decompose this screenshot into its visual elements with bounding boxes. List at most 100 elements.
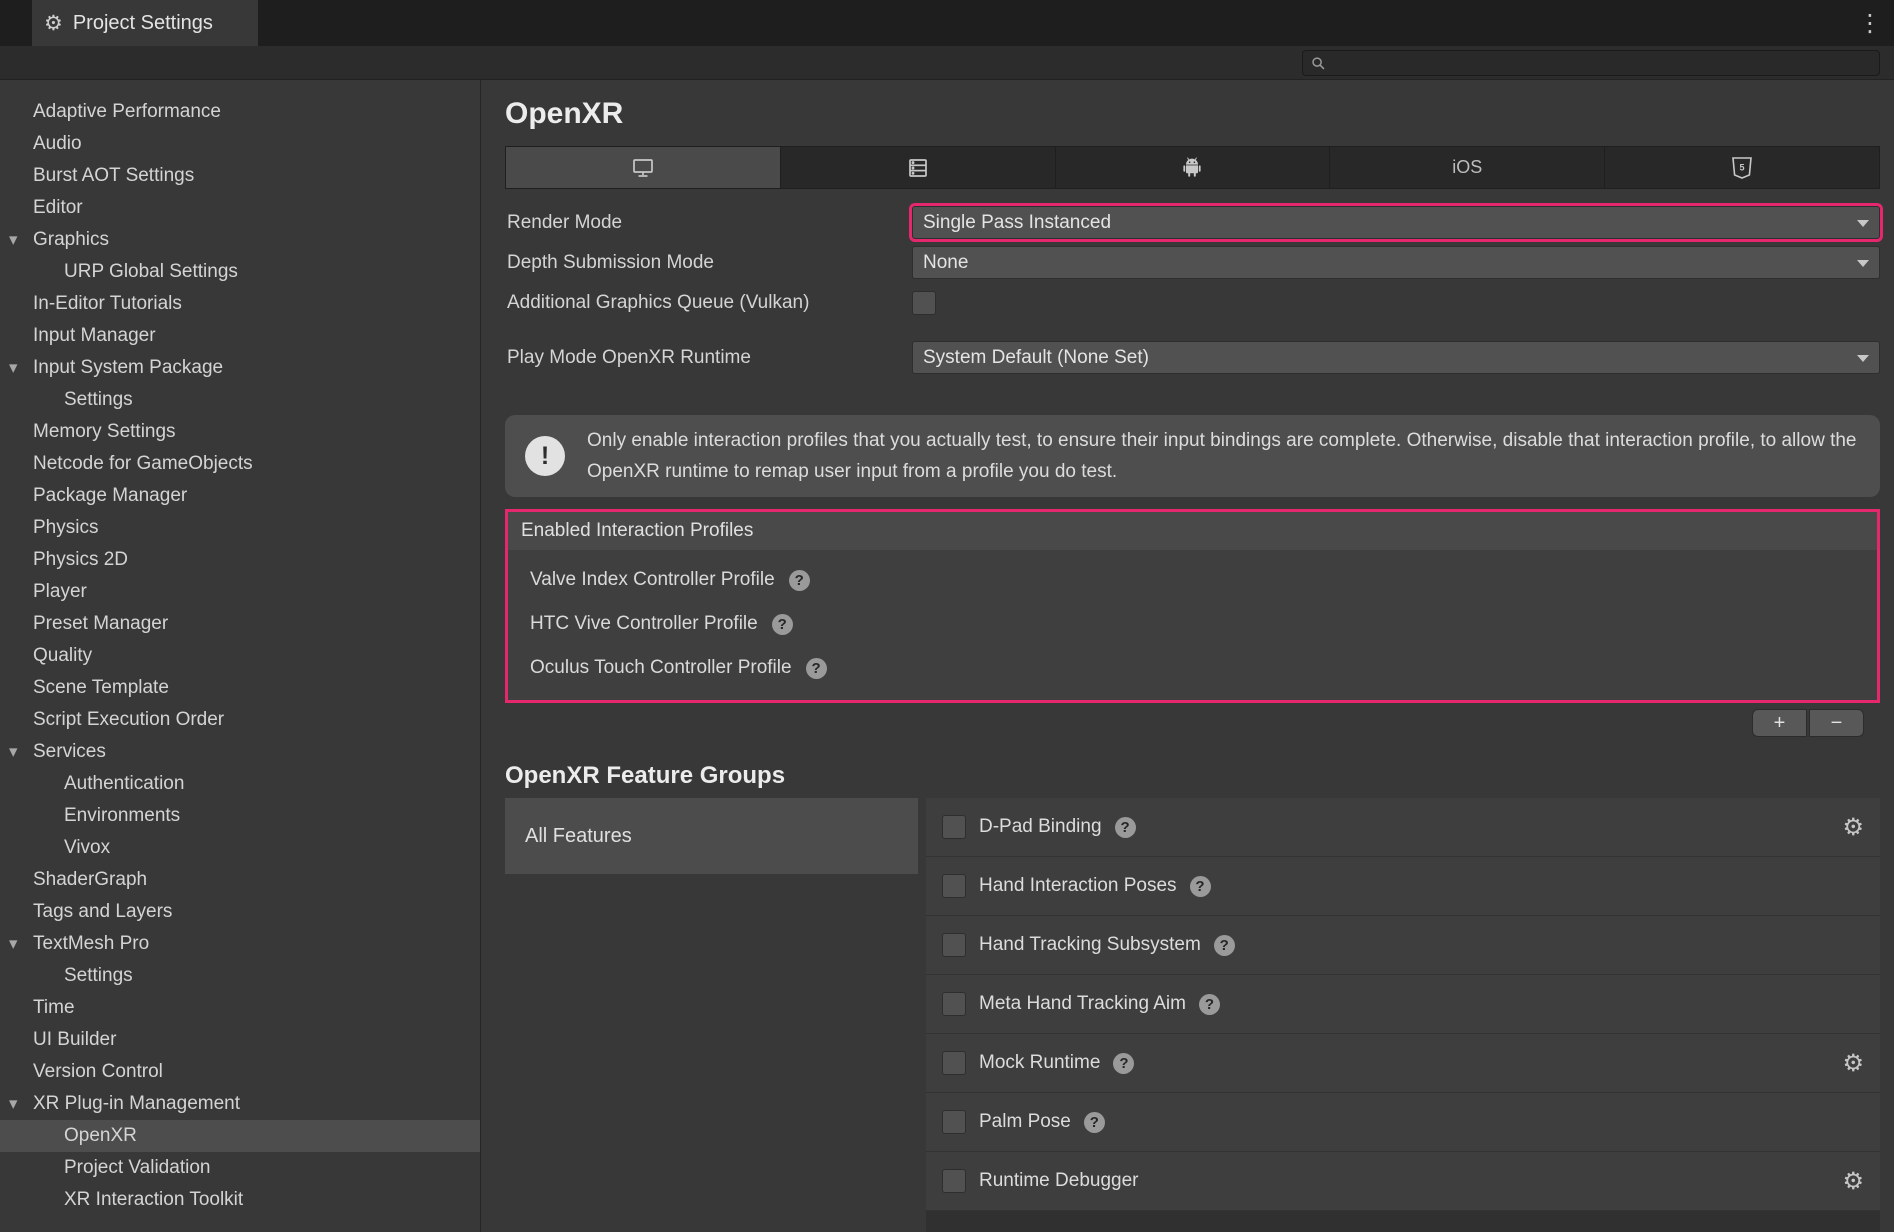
sidebar-item-settings[interactable]: Settings	[0, 384, 480, 416]
sidebar-item-settings[interactable]: Settings	[0, 960, 480, 992]
sidebar-item-package-manager[interactable]: Package Manager	[0, 480, 480, 512]
add-interaction-profile-button[interactable]: +	[1752, 709, 1807, 737]
project-settings-tab[interactable]: ⚙ Project Settings	[32, 0, 258, 46]
platform-tab-webgl[interactable]: 5	[1605, 146, 1880, 189]
sidebar-item-preset-manager[interactable]: Preset Manager	[0, 608, 480, 640]
sidebar-item-label: URP Global Settings	[0, 261, 238, 283]
profile-row-oculus-touch-controller-profile[interactable]: Oculus Touch Controller Profile?	[508, 646, 1877, 690]
sidebar-item-label: Settings	[0, 389, 133, 411]
warning-icon: !	[525, 436, 565, 476]
page-title: OpenXR	[505, 96, 1880, 132]
sidebar-item-version-control[interactable]: Version Control	[0, 1056, 480, 1088]
help-icon[interactable]: ?	[1199, 994, 1220, 1015]
remove-interaction-profile-button[interactable]: −	[1809, 709, 1864, 737]
sidebar-item-in-editor-tutorials[interactable]: In-Editor Tutorials	[0, 288, 480, 320]
html5-icon: 5	[1731, 156, 1753, 180]
sidebar-item-time[interactable]: Time	[0, 992, 480, 1024]
sidebar-item-vivox[interactable]: Vivox	[0, 832, 480, 864]
sidebar-item-label: Player	[0, 581, 87, 603]
sidebar-item-project-validation[interactable]: Project Validation	[0, 1152, 480, 1184]
sidebar-item-graphics[interactable]: ▼Graphics	[0, 224, 480, 256]
sidebar-item-label: Netcode for GameObjects	[0, 453, 253, 475]
sidebar-item-label: XR Plug-in Management	[0, 1093, 240, 1115]
sidebar-item-openxr[interactable]: OpenXR	[0, 1120, 480, 1152]
sidebar-item-tags-and-layers[interactable]: Tags and Layers	[0, 896, 480, 928]
server-icon	[906, 156, 930, 180]
feature-group-all-features[interactable]: All Features	[505, 798, 918, 874]
help-icon[interactable]: ?	[1190, 876, 1211, 897]
foldout-arrow-icon[interactable]: ▼	[9, 938, 17, 951]
feature-settings-gear-icon[interactable]: ⚙	[1842, 1051, 1864, 1075]
help-icon[interactable]: ?	[1113, 1053, 1134, 1074]
sidebar-item-shadergraph[interactable]: ShaderGraph	[0, 864, 480, 896]
depth-submission-mode-label: Depth Submission Mode	[505, 252, 912, 274]
project-settings-window: ⚙ Project Settings ⋮ Adaptive Performanc…	[0, 0, 1894, 1232]
play-mode-openxr-runtime-dropdown[interactable]: System Default (None Set)	[912, 341, 1880, 374]
sidebar-item-player[interactable]: Player	[0, 576, 480, 608]
help-icon[interactable]: ?	[772, 614, 793, 635]
feature-row-mock-runtime: Mock Runtime?⚙	[926, 1034, 1880, 1093]
render-mode-dropdown[interactable]: Single Pass Instanced	[912, 206, 1880, 239]
sidebar-item-adaptive-performance[interactable]: Adaptive Performance	[0, 96, 480, 128]
titlebar: ⚙ Project Settings ⋮	[0, 0, 1894, 46]
dropdown-arrow-icon	[1857, 260, 1869, 267]
platform-tab-ios[interactable]: iOS	[1330, 146, 1605, 189]
help-icon[interactable]: ?	[789, 570, 810, 591]
help-icon[interactable]: ?	[1084, 1112, 1105, 1133]
depth-submission-mode-dropdown[interactable]: None	[912, 246, 1880, 279]
feature-checkbox[interactable]	[942, 1051, 966, 1075]
sidebar-item-physics[interactable]: Physics	[0, 512, 480, 544]
feature-checkbox[interactable]	[942, 1169, 966, 1193]
sidebar-item-ui-builder[interactable]: UI Builder	[0, 1024, 480, 1056]
sidebar-item-memory-settings[interactable]: Memory Settings	[0, 416, 480, 448]
profile-row-htc-vive-controller-profile[interactable]: HTC Vive Controller Profile?	[508, 602, 1877, 646]
feature-settings-gear-icon[interactable]: ⚙	[1842, 1169, 1864, 1193]
feature-label: Palm Pose	[979, 1111, 1071, 1133]
feature-list: D-Pad Binding?⚙Hand Interaction Poses?Ha…	[926, 798, 1880, 1232]
sidebar-item-services[interactable]: ▼Services	[0, 736, 480, 768]
help-icon[interactable]: ?	[806, 658, 827, 679]
sidebar-item-quality[interactable]: Quality	[0, 640, 480, 672]
additional-graphics-queue-checkbox[interactable]	[912, 291, 936, 315]
platform-tab-dedicated-server[interactable]	[781, 146, 1056, 189]
sidebar-item-xr-plug-in-management[interactable]: ▼XR Plug-in Management	[0, 1088, 480, 1120]
sidebar-item-input-system-package[interactable]: ▼Input System Package	[0, 352, 480, 384]
profile-row-valve-index-controller-profile[interactable]: Valve Index Controller Profile?	[508, 558, 1877, 602]
kebab-menu-icon[interactable]: ⋮	[1858, 11, 1882, 35]
sidebar-item-editor[interactable]: Editor	[0, 192, 480, 224]
search-input[interactable]	[1332, 54, 1871, 72]
profile-label: Valve Index Controller Profile	[530, 569, 775, 591]
feature-checkbox[interactable]	[942, 992, 966, 1016]
sidebar-item-urp-global-settings[interactable]: URP Global Settings	[0, 256, 480, 288]
profile-label: Oculus Touch Controller Profile	[530, 657, 792, 679]
foldout-arrow-icon[interactable]: ▼	[9, 746, 17, 759]
sidebar-item-input-manager[interactable]: Input Manager	[0, 320, 480, 352]
foldout-arrow-icon[interactable]: ▼	[9, 1098, 17, 1111]
sidebar-item-script-execution-order[interactable]: Script Execution Order	[0, 704, 480, 736]
search-box[interactable]	[1302, 50, 1880, 76]
help-icon[interactable]: ?	[1214, 935, 1235, 956]
help-icon[interactable]: ?	[1115, 817, 1136, 838]
platform-tab-android[interactable]	[1056, 146, 1331, 189]
feature-checkbox[interactable]	[942, 933, 966, 957]
sidebar-item-environments[interactable]: Environments	[0, 800, 480, 832]
foldout-arrow-icon[interactable]: ▼	[9, 234, 17, 247]
gear-icon: ⚙	[44, 11, 63, 35]
interaction-profiles-warning: ! Only enable interaction profiles that …	[505, 415, 1880, 497]
sidebar-item-netcode-for-gameobjects[interactable]: Netcode for GameObjects	[0, 448, 480, 480]
sidebar-item-physics-2d[interactable]: Physics 2D	[0, 544, 480, 576]
foldout-arrow-icon[interactable]: ▼	[9, 362, 17, 375]
sidebar-item-textmesh-pro[interactable]: ▼TextMesh Pro	[0, 928, 480, 960]
feature-checkbox[interactable]	[942, 874, 966, 898]
feature-checkbox[interactable]	[942, 815, 966, 839]
platform-tab-standalone[interactable]	[505, 146, 781, 189]
sidebar-item-authentication[interactable]: Authentication	[0, 768, 480, 800]
sidebar-item-scene-template[interactable]: Scene Template	[0, 672, 480, 704]
feature-settings-gear-icon[interactable]: ⚙	[1842, 815, 1864, 839]
sidebar-item-xr-interaction-toolkit[interactable]: XR Interaction Toolkit	[0, 1184, 480, 1216]
sidebar-item-audio[interactable]: Audio	[0, 128, 480, 160]
play-mode-runtime-row: Play Mode OpenXR Runtime System Default …	[505, 341, 1880, 374]
sidebar-item-burst-aot-settings[interactable]: Burst AOT Settings	[0, 160, 480, 192]
sidebar-item-label: Package Manager	[0, 485, 187, 507]
feature-checkbox[interactable]	[942, 1110, 966, 1134]
